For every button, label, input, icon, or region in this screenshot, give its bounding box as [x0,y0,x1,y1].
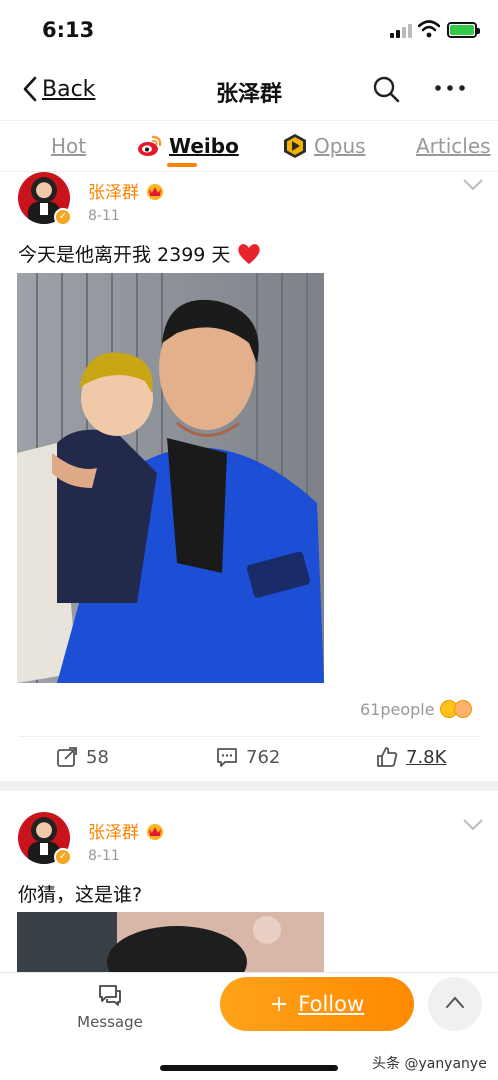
scroll-to-top-button[interactable] [428,977,482,1031]
post-date: 8-11 [88,848,120,864]
member-crown-icon [147,823,163,840]
post-text: 你猜，这是谁? [18,880,142,907]
message-button[interactable]: Message [70,983,150,1031]
chevron-up-icon [446,996,464,1008]
message-label: Message [77,1013,143,1031]
post-image[interactable] [17,912,324,972]
plus-icon: + [269,991,289,1017]
post-photo-illustration [17,912,324,972]
bottom-bar: Message + Follow 头条 @yanyanye [0,972,498,1080]
follow-button[interactable]: + Follow [220,977,414,1031]
home-indicator [160,1065,338,1071]
chevron-down-icon[interactable] [462,818,484,832]
follow-label: Follow [298,992,365,1016]
verified-badge-icon: ✓ [54,848,72,866]
post-author-name: 张泽群 [88,823,139,843]
message-icon [99,985,121,1006]
post-author[interactable]: 张泽群 [88,818,165,843]
post-text-content: 你猜，这是谁? [18,884,143,906]
watermark: 头条 @yanyanye [372,1056,487,1072]
post-card: ✓ 张泽群 8-11 你猜，这是谁? [0,0,498,972]
